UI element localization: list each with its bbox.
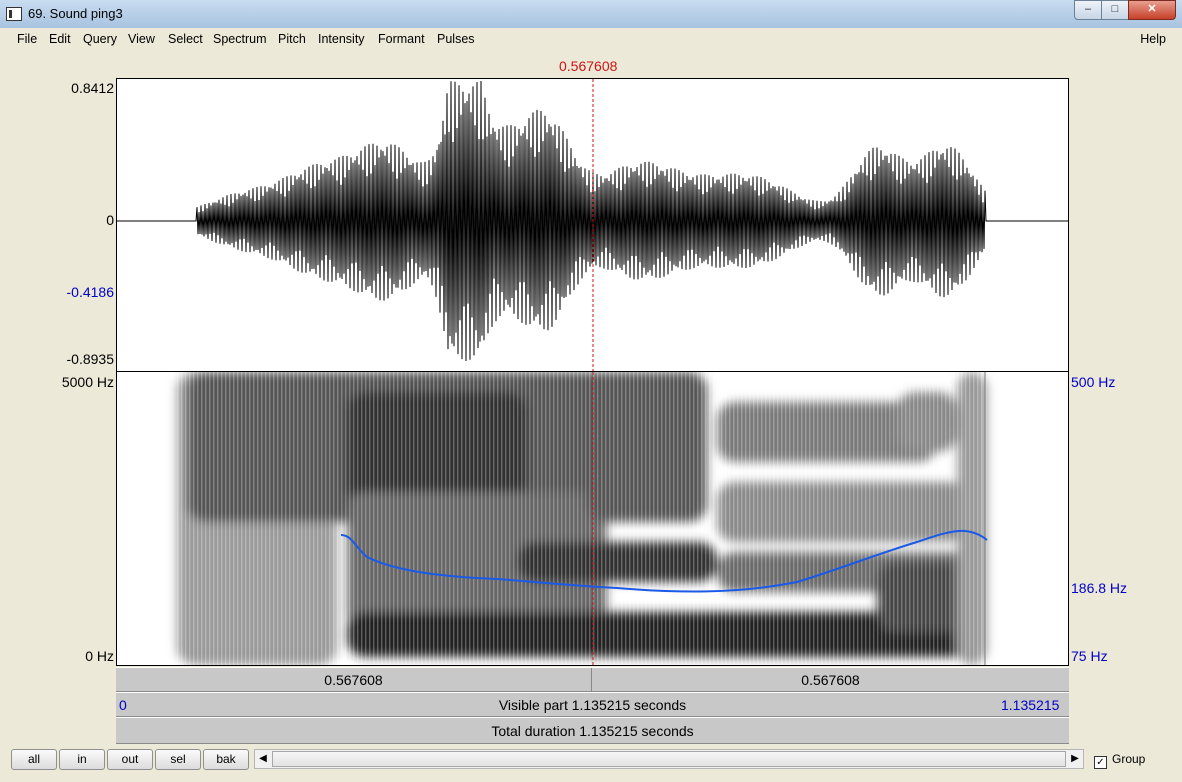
spec-freq-bottom-label: 0 Hz (85, 648, 114, 664)
zoom-in-button[interactable]: in (59, 749, 105, 770)
total-duration-bar[interactable]: Total duration 1.135215 seconds (116, 717, 1069, 744)
total-duration-label: Total duration 1.135215 seconds (491, 722, 694, 739)
time-segment-right[interactable]: 0.567608 (592, 668, 1069, 691)
wave-ymin-label: -0.8935 (66, 351, 114, 367)
spectrogram-plot (177, 372, 988, 665)
zoom-out-button[interactable]: out (107, 749, 153, 770)
menu-formant[interactable]: Formant (378, 32, 425, 46)
menu-pitch[interactable]: Pitch (278, 32, 306, 46)
pitch-bottom-label: 75 Hz (1071, 648, 1108, 664)
time-scrollbar[interactable]: ◀ ▶ (254, 749, 1084, 769)
bottom-toolbar: all in out sel bak ◀ ▶ ✓ Group (8, 746, 1174, 774)
menu-help[interactable]: Help (1140, 32, 1166, 46)
praat-app-icon (6, 7, 22, 21)
pitch-top-label: 500 Hz (1071, 374, 1116, 390)
wave-cursor-value-label: -0.4186 (66, 284, 114, 300)
maximize-button[interactable]: □ (1101, 0, 1129, 20)
minimize-button[interactable]: – (1074, 0, 1102, 20)
time-segment-left[interactable]: 0.567608 (116, 668, 592, 691)
pitch-cursor-label: 186.8 Hz (1071, 580, 1128, 596)
visible-end-label: 1.135215 (1001, 697, 1060, 713)
menu-bar: File Edit Query View Select Spectrum Pit… (8, 28, 1174, 50)
menu-file[interactable]: File (17, 32, 37, 46)
spec-freq-top-label: 5000 Hz (61, 374, 114, 390)
menu-spectrum[interactable]: Spectrum (213, 32, 267, 46)
zoom-back-button[interactable]: bak (203, 749, 249, 770)
visible-part-label: Visible part 1.135215 seconds (498, 696, 687, 713)
menu-edit[interactable]: Edit (49, 32, 71, 46)
waveform-panel[interactable] (116, 78, 1069, 372)
wave-zero-label: 0 (106, 212, 114, 228)
menu-query[interactable]: Query (83, 32, 117, 46)
zoom-selection-button[interactable]: sel (155, 749, 201, 770)
menu-view[interactable]: View (128, 32, 155, 46)
scroll-left-icon[interactable]: ◀ (255, 750, 271, 768)
praat-sound-window: 69. Sound ping3 – □ ✕ File Edit Query Vi… (0, 0, 1182, 782)
title-bar: 69. Sound ping3 – □ ✕ (0, 0, 1182, 28)
zoom-all-button[interactable]: all (11, 749, 57, 770)
scroll-right-icon[interactable]: ▶ (1067, 750, 1083, 768)
cursor-time-label: 0.567608 (559, 58, 618, 74)
menu-pulses[interactable]: Pulses (437, 32, 475, 46)
selection-time-bar[interactable]: 0.567608 0.567608 (116, 667, 1069, 692)
close-button[interactable]: ✕ (1128, 0, 1176, 20)
waveform-plot (117, 79, 1068, 371)
scrollbar-thumb[interactable] (272, 751, 1066, 767)
visible-part-bar[interactable]: Visible part 1.135215 seconds (116, 692, 1069, 717)
visible-start-label: 0 (119, 697, 127, 713)
group-checkbox[interactable]: ✓ Group (1094, 752, 1145, 769)
checkbox-check-icon[interactable]: ✓ (1094, 756, 1107, 769)
window-title: 69. Sound ping3 (28, 6, 123, 21)
group-label: Group (1112, 752, 1146, 766)
menu-select[interactable]: Select (168, 32, 203, 46)
menu-intensity[interactable]: Intensity (318, 32, 365, 46)
spectrogram-panel[interactable] (116, 372, 1069, 666)
wave-ymax-label: 0.8412 (71, 80, 114, 96)
spectrogram-striations (177, 372, 987, 665)
